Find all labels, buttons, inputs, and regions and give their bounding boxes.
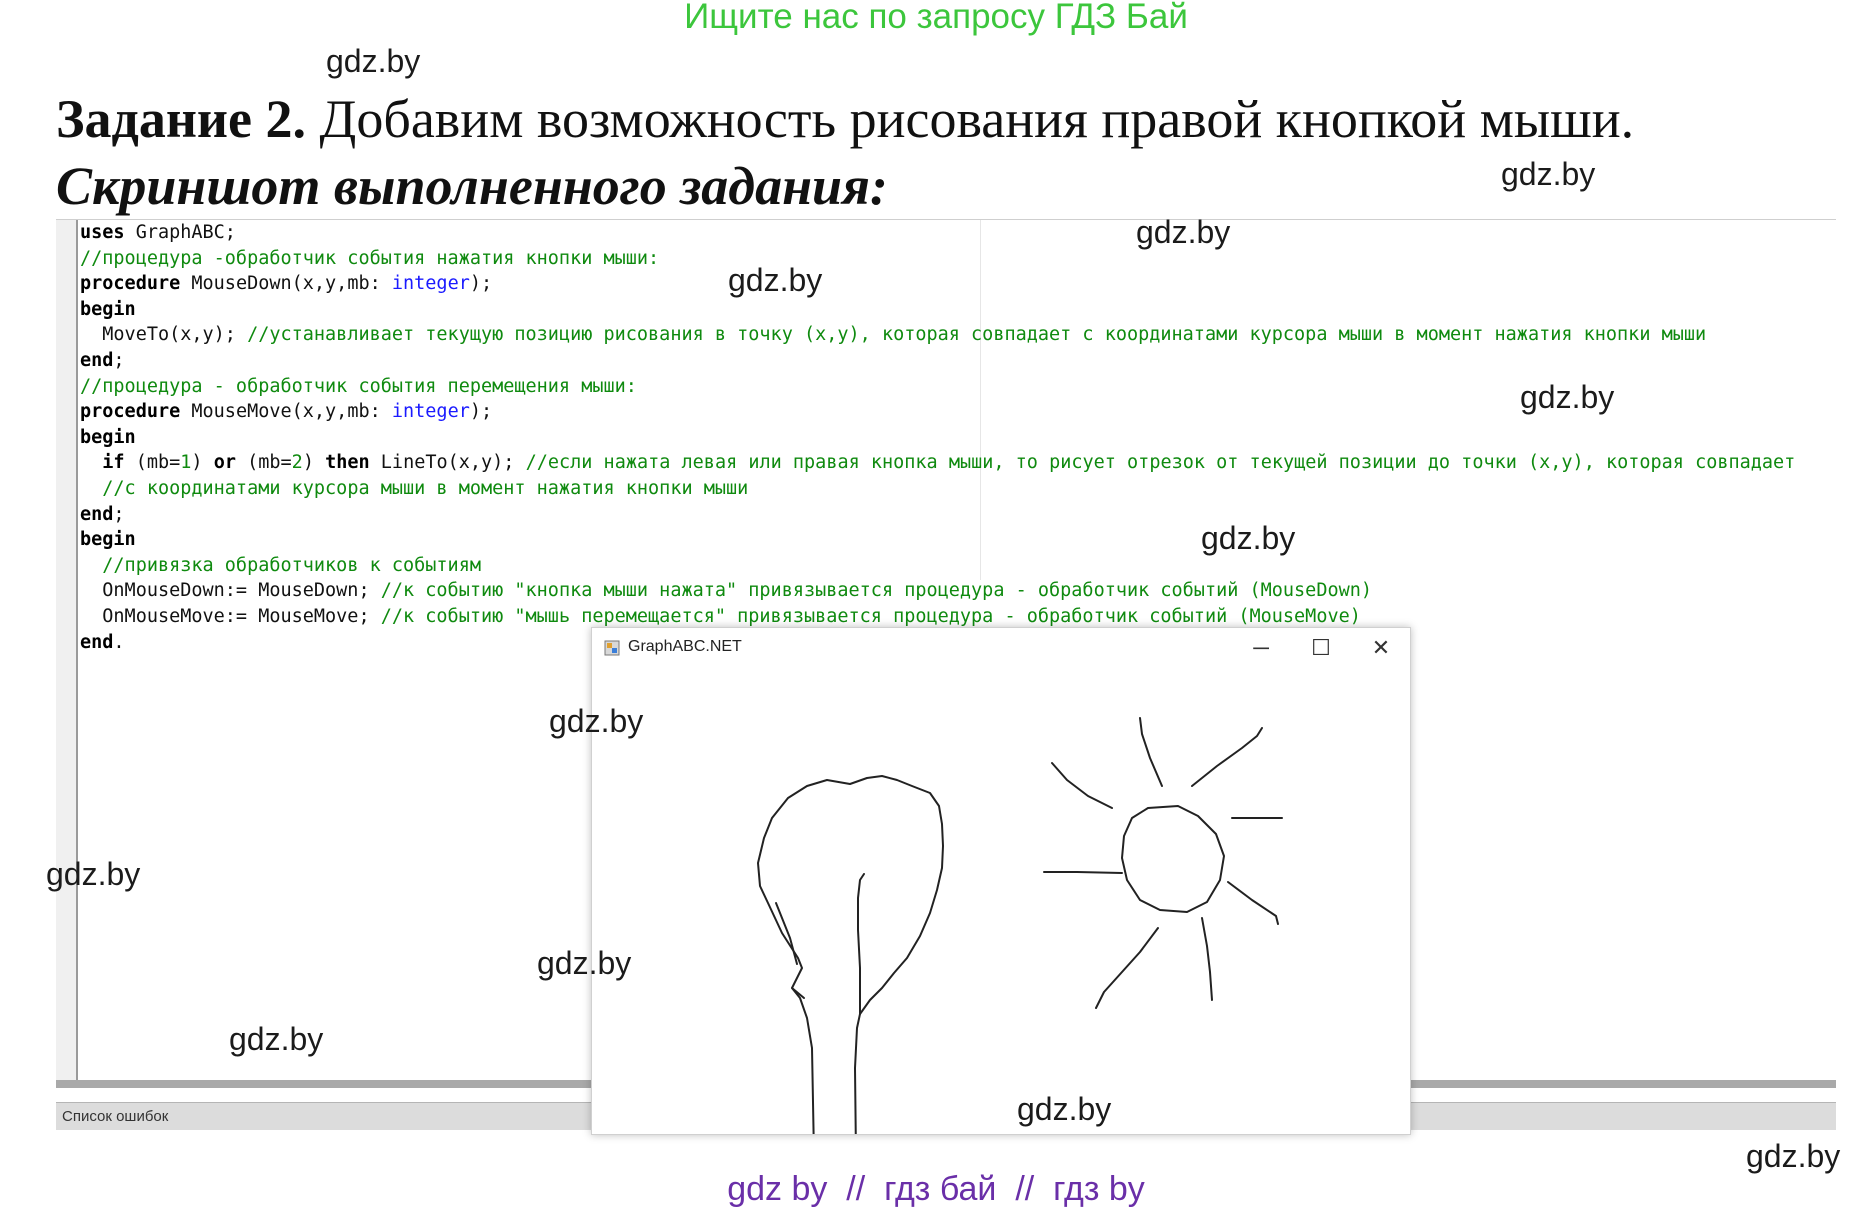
window-titlebar[interactable]: GraphABC.NET ─ ☐ ✕ bbox=[592, 628, 1410, 668]
code-text: LineTo(x,y); bbox=[369, 452, 526, 474]
code-text: MoveTo(x,y); bbox=[80, 324, 248, 346]
watermark: gdz.by bbox=[1136, 214, 1231, 250]
sun-ray-stroke bbox=[1227, 881, 1279, 925]
minimize-button[interactable]: ─ bbox=[1238, 634, 1284, 662]
code-keyword: uses bbox=[80, 222, 125, 243]
code-comment: //к событию "мышь перемещается" привязыв… bbox=[380, 605, 1361, 627]
code-type: integer bbox=[391, 273, 470, 295]
watermark: gdz.by bbox=[1501, 156, 1596, 192]
code-keyword: end bbox=[80, 349, 114, 371]
task-heading: Задание 2. Добавим возможность рисования… bbox=[56, 88, 1634, 150]
search-banner[interactable]: Ищите нас по запросу ГДЗ Бай bbox=[0, 0, 1872, 34]
watermark: gdz.by bbox=[1017, 1091, 1112, 1127]
code-keyword: begin bbox=[80, 298, 136, 320]
code-text: ; bbox=[113, 349, 125, 371]
watermark: gdz.by bbox=[537, 945, 632, 981]
sun-circle-stroke bbox=[1121, 805, 1225, 913]
watermark: gdz.by bbox=[549, 703, 644, 739]
code-comment: //если нажата левая или правая кнопка мы… bbox=[525, 452, 1796, 474]
tree-branch-stroke bbox=[775, 902, 798, 965]
sun-ray-stroke bbox=[1139, 717, 1163, 787]
code-text: MouseMove(x,y,mb: bbox=[180, 401, 392, 423]
sun-ray-stroke bbox=[1095, 927, 1159, 1009]
code-comment: //с координатами курсора мыши в момент н… bbox=[102, 477, 749, 499]
code-number: 2 bbox=[291, 452, 303, 474]
code-keyword: end bbox=[80, 503, 114, 525]
code-keyword: procedure bbox=[80, 401, 181, 423]
code-type: integer bbox=[391, 401, 470, 423]
code-text: ) bbox=[191, 452, 214, 474]
code-text: ) bbox=[302, 452, 326, 474]
code-text: ; bbox=[113, 503, 125, 525]
watermark: gdz.by bbox=[1201, 520, 1296, 556]
screenshot-subtitle: Скриншот выполненного задания: bbox=[56, 156, 888, 216]
code-text: OnMouseDown:= MouseDown; bbox=[80, 580, 381, 602]
code-text: ); bbox=[469, 273, 493, 295]
code-listing: uses GraphABC; //процедура -обработчик с… bbox=[80, 220, 1795, 655]
tree-branch-stroke bbox=[857, 873, 865, 1015]
code-comment: //процедура -обработчик события нажатия … bbox=[80, 247, 660, 269]
code-text: ); bbox=[469, 401, 493, 423]
code-text: OnMouseMove:= MouseMove; bbox=[80, 605, 381, 627]
maximize-button[interactable]: ☐ bbox=[1298, 634, 1344, 662]
code-comment: //к событию "кнопка мыши нажата" привязы… bbox=[380, 580, 1373, 602]
editor-gutter bbox=[56, 220, 78, 1080]
code-text: . bbox=[113, 631, 125, 653]
code-number: 1 bbox=[180, 452, 192, 474]
watermark: gdz.by bbox=[728, 262, 823, 298]
code-comment: //процедура - обработчик события перемещ… bbox=[80, 375, 637, 397]
code-keyword: procedure bbox=[80, 273, 181, 295]
task-label: Задание 2. bbox=[56, 89, 307, 149]
task-text: Добавим возможность рисования правой кно… bbox=[306, 89, 1635, 149]
graphabc-window[interactable]: GraphABC.NET ─ ☐ ✕ bbox=[591, 627, 1411, 1135]
drawing-canvas[interactable] bbox=[592, 668, 1410, 1134]
sun-ray-stroke bbox=[1191, 727, 1263, 787]
watermark: gdz.by bbox=[46, 856, 141, 892]
code-keyword: begin bbox=[80, 529, 136, 551]
watermark: gdz.by bbox=[1520, 379, 1615, 415]
watermark: gdz.by bbox=[229, 1021, 324, 1057]
code-text: MouseDown(x,y,mb: bbox=[180, 273, 392, 295]
tree-crown-stroke bbox=[757, 775, 944, 1134]
code-text: (mb= bbox=[235, 452, 292, 474]
app-icon bbox=[604, 640, 620, 656]
code-text: (mb= bbox=[124, 452, 181, 474]
code-keyword: then bbox=[325, 452, 370, 474]
code-keyword: begin bbox=[80, 426, 136, 448]
code-comment: //привязка обработчиков к событиям bbox=[102, 554, 481, 576]
watermark: gdz.by bbox=[326, 43, 421, 79]
code-comment: //устанавливает текущую позицию рисовани… bbox=[247, 324, 1707, 346]
window-title: GraphABC.NET bbox=[628, 638, 742, 655]
code-text: GraphABC; bbox=[124, 222, 236, 243]
sun-ray-stroke bbox=[1043, 871, 1123, 874]
code-keyword: if bbox=[102, 452, 125, 474]
code-keyword: or bbox=[213, 452, 236, 474]
code-keyword: end bbox=[80, 631, 114, 653]
sun-ray-stroke bbox=[1051, 762, 1113, 809]
close-button[interactable]: ✕ bbox=[1358, 634, 1404, 662]
sun-ray-stroke bbox=[1201, 917, 1213, 1001]
footer-links[interactable]: gdz by // гдз бай // гдз by bbox=[0, 1170, 1872, 1209]
